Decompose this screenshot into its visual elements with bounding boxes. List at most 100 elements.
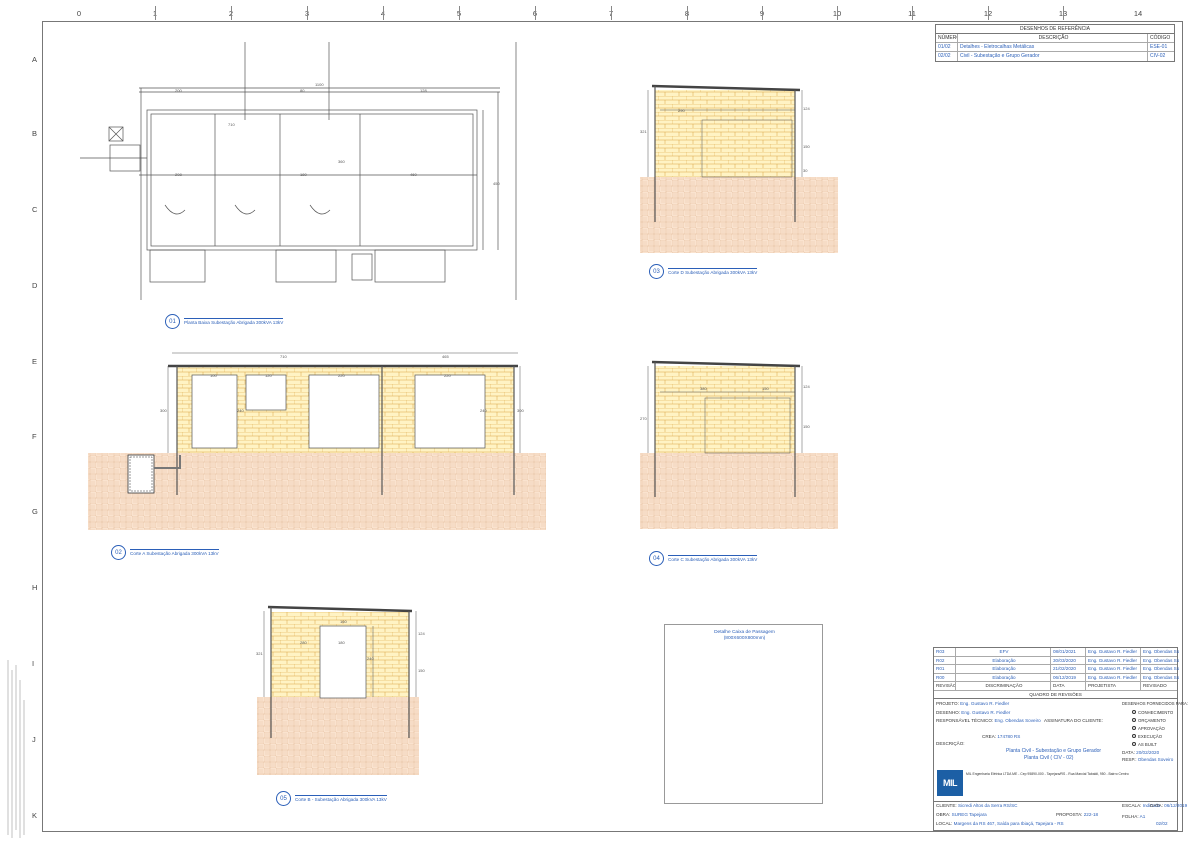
field-label: ASSINATURA DO CLIENTE: [1044, 718, 1103, 723]
field-label: DATA: [1122, 750, 1135, 755]
radio-circle-icon [1132, 726, 1136, 730]
revision-header: DATA [1051, 682, 1086, 690]
field-value: Obendas Soveiro [1137, 757, 1174, 762]
reference-code: ESE-01 [1150, 44, 1168, 50]
revision-row: R03 EFV 08/01/2021 Eng. Gustavo R. Fiedl… [934, 648, 1179, 657]
revision-header: REVISADO [1143, 683, 1167, 688]
revision-row: R01 Elaboração 21/02/2020 Eng. Gustavo R… [934, 665, 1179, 674]
field-resp: RESP.: Obendas Soveiro [1122, 757, 1173, 762]
caption-number: 03 [649, 264, 664, 279]
field-descricao-line1: Planta Civil - Subestação e Grupo Gerado… [1006, 748, 1101, 754]
svg-text:120: 120 [265, 373, 272, 378]
svg-text:450: 450 [493, 181, 500, 186]
field-label: FOLHA: [1122, 814, 1139, 819]
field-value: SUREG Tapejara [951, 812, 987, 817]
reference-description: Civil - Subestação e Grupo Gerador [958, 52, 1148, 61]
svg-text:150: 150 [803, 144, 810, 149]
reference-header-row: NÚMERO DESCRIÇÃO CÓDIGO [936, 34, 1174, 43]
plan-view [80, 42, 517, 300]
svg-text:208: 208 [175, 172, 182, 177]
formas-checklist: CONHECIMENTO ORÇAMENTO APROVAÇÃO EXECUÇÃ… [1132, 708, 1173, 748]
section-d: 290 321 124 150 30 [640, 84, 838, 253]
caption-text: Corte B - Subestação Abrigada 300kVA 13k… [295, 795, 387, 802]
divider [934, 801, 1177, 802]
reference-code: CIV-02 [1150, 53, 1166, 59]
reference-row: 02/02 Civil - Subestação e Grupo Gerador… [936, 52, 1174, 61]
revision-description: EFV [956, 648, 1051, 656]
svg-text:380: 380 [700, 386, 707, 391]
revision-designer: Eng. Gustavo R. Fiedler [1086, 656, 1141, 664]
reference-number: 01/02 [936, 43, 958, 51]
radio-circle-icon [1132, 718, 1136, 722]
svg-text:80: 80 [300, 88, 305, 93]
detail-subtitle-text: (800X600X800mm) [723, 636, 766, 641]
svg-text:220: 220 [444, 373, 451, 378]
svg-text:1100: 1100 [315, 82, 324, 87]
checkbox-label: AS BUILT [1138, 741, 1157, 747]
field-crea: CREA: 174780 RS [982, 734, 1020, 739]
svg-text:300: 300 [517, 408, 524, 413]
checkbox-label: EXECUÇÃO [1138, 733, 1163, 739]
svg-text:150: 150 [803, 424, 810, 429]
svg-text:270: 270 [640, 416, 647, 421]
revision-reviewer: Eng. Obendas Soveiro [1143, 674, 1179, 680]
sheet-number: 02/02 [1156, 821, 1168, 826]
checkbox-conhecimento[interactable]: CONHECIMENTO [1132, 708, 1173, 716]
section-c: 380 150 270 124 150 [640, 360, 838, 529]
radio-circle-icon [1132, 742, 1136, 746]
field-local: LOCAL: Margens da RS 467, Saída para Ibi… [936, 821, 1064, 826]
field-label: DESENHO: [936, 710, 960, 715]
reference-header: CÓDIGO [1150, 35, 1171, 41]
field-label: DESCRIÇÃO: [936, 741, 965, 746]
checkbox-as-built[interactable]: AS BUILT [1132, 740, 1173, 748]
svg-text:240: 240 [367, 656, 374, 661]
field-desenho: DESENHO: Eng. Gustavo R. Fiedler [936, 710, 1010, 715]
section-a: 710 465 300 300 100 220 220 120 240 240 [88, 352, 546, 530]
company-info: MIL Engenharia Elétrica LTDA ME - Cep 95… [966, 772, 1129, 776]
revision-description: Elaboração [956, 673, 1051, 681]
field-label: RESPONSÁVEL TÉCNICO: [936, 718, 994, 723]
field-value: Eng. Obendas Soveiro [994, 718, 1041, 723]
svg-text:100: 100 [210, 373, 217, 378]
checkbox-label: APROVAÇÃO [1138, 725, 1165, 731]
caption-text: Corte C Subestação Abrigada 300kVA 13kV [668, 555, 758, 562]
field-label: PROPOSTA: [1056, 812, 1083, 817]
caption-section-d: 03 Corte D Subestação Abrigada 300kVA 13… [649, 264, 758, 279]
revision-designer: Eng. Gustavo R. Fiedler [1086, 648, 1141, 656]
checkbox-execucao[interactable]: EXECUÇÃO [1132, 732, 1173, 740]
field-value: Margens da RS 467, Saída para Ibiaçá, Ta… [953, 821, 1064, 826]
revision-id: R01 [934, 665, 956, 673]
field-label: PROJETO: [936, 701, 959, 706]
checkbox-aprovacao[interactable]: APROVAÇÃO [1132, 724, 1173, 732]
caption-section-b: 05 Corte B - Subestação Abrigada 300kVA … [276, 791, 387, 806]
revision-header: REVISÃO [936, 682, 956, 690]
svg-text:240: 240 [237, 408, 244, 413]
svg-text:290: 290 [678, 108, 685, 113]
svg-text:240: 240 [480, 408, 487, 413]
field-value: Planta Civil ( CIV - 02) [1024, 755, 1074, 761]
field-proposta: PROPOSTA: 222-18 [1056, 812, 1098, 817]
plan-dimensions: 1100 200 80 128 710 208 180 460 360 450 [175, 82, 500, 186]
svg-text:150: 150 [418, 668, 425, 673]
reference-header: NÚMERO [938, 34, 958, 42]
svg-text:321: 321 [256, 651, 263, 656]
checkbox-orcamento[interactable]: ORÇAMENTO [1132, 716, 1173, 724]
field-data: DATA: 20/02/2020 [1122, 750, 1159, 755]
svg-text:180: 180 [300, 172, 307, 177]
field-folha: FOLHA: A1 [1122, 814, 1145, 819]
field-projeto: PROJETO: Eng. Gustavo R. Fiedler [936, 701, 1009, 706]
checkbox-label: ORÇAMENTO [1138, 717, 1166, 723]
revision-designer: Eng. Gustavo R. Fiedler [1086, 673, 1141, 681]
field-value: 222-18 [1083, 812, 1099, 817]
reference-number: 02/02 [936, 52, 958, 61]
field-label: DATA: [1150, 803, 1163, 808]
reference-header: DESCRIÇÃO [958, 34, 1148, 42]
svg-text:160: 160 [340, 619, 347, 624]
field-cliente: CLIENTE: Sicredi Altos da Serra RS/SC [936, 803, 1017, 808]
formas-title: DESENHOS FORNECIDOS PARA: [1122, 701, 1189, 706]
field-label: RESP.: [1122, 757, 1137, 762]
detail-box: Detalhe Caixa de Passagem (800X600X800mm… [664, 624, 823, 804]
field-value: Eng. Gustavo R. Fiedler [961, 710, 1011, 715]
svg-text:124: 124 [803, 384, 810, 389]
field-descricao-line2: Planta Civil ( CIV - 02) [1024, 755, 1073, 761]
